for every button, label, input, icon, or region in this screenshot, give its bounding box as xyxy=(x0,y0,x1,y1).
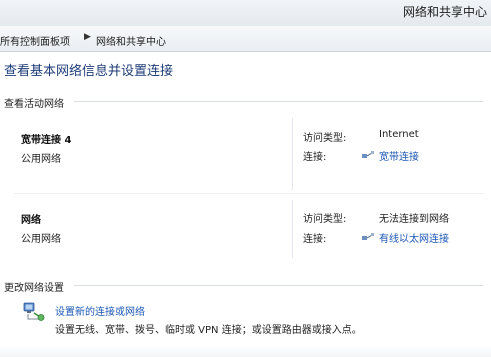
window-titlebar: 网络和共享中心 xyxy=(0,0,491,26)
breadcrumb-network-sharing-center[interactable]: 网络和共享中心 xyxy=(96,33,166,48)
network-type-link[interactable]: 公用网络 xyxy=(21,150,61,165)
column-divider xyxy=(292,118,293,190)
access-type-value: Internet xyxy=(379,129,419,140)
connection-label: 连接: xyxy=(303,234,327,245)
new-connection-icon[interactable] xyxy=(22,300,46,322)
page-title: 查看基本网络信息并设置连接 xyxy=(4,64,174,79)
network-type-link[interactable]: 公用网络 xyxy=(21,230,61,245)
address-bar[interactable]: 所有控制面板项 ▶ 网络和共享中心 xyxy=(0,26,491,52)
chevron-right-icon[interactable]: ▶ xyxy=(84,32,91,42)
connection-label: 连接: xyxy=(303,152,327,163)
setup-new-connection-description: 设置无线、宽带、拨号、临时或 VPN 连接；或设置路由器或接入点。 xyxy=(55,325,362,336)
section-divider xyxy=(74,101,483,102)
section-label-change-settings: 更改网络设置 xyxy=(4,283,64,294)
broadband-connection-link[interactable]: 宽带连接 xyxy=(379,148,419,163)
broadband-connection-icon[interactable] xyxy=(361,150,375,160)
ethernet-connection-link[interactable]: 有线以太网连接 xyxy=(379,230,449,245)
section-label-active-networks: 查看活动网络 xyxy=(4,99,64,110)
bottom-fade xyxy=(0,345,491,357)
section-divider xyxy=(74,285,483,286)
column-divider xyxy=(292,200,293,258)
breadcrumb-all-control-panel-items[interactable]: 所有控制面板项 xyxy=(0,33,70,48)
network-name: 网络 xyxy=(21,215,41,226)
window-title: 网络和共享中心 xyxy=(402,5,487,19)
network-name: 宽带连接 4 xyxy=(21,135,72,146)
network-separator xyxy=(14,193,484,194)
access-type-value: 无法连接到网络 xyxy=(379,214,449,225)
ethernet-connection-icon[interactable] xyxy=(361,232,375,242)
setup-new-connection-link[interactable]: 设置新的连接或网络 xyxy=(55,303,145,318)
access-type-label: 访问类型: xyxy=(303,133,347,144)
access-type-label: 访问类型: xyxy=(303,214,347,225)
